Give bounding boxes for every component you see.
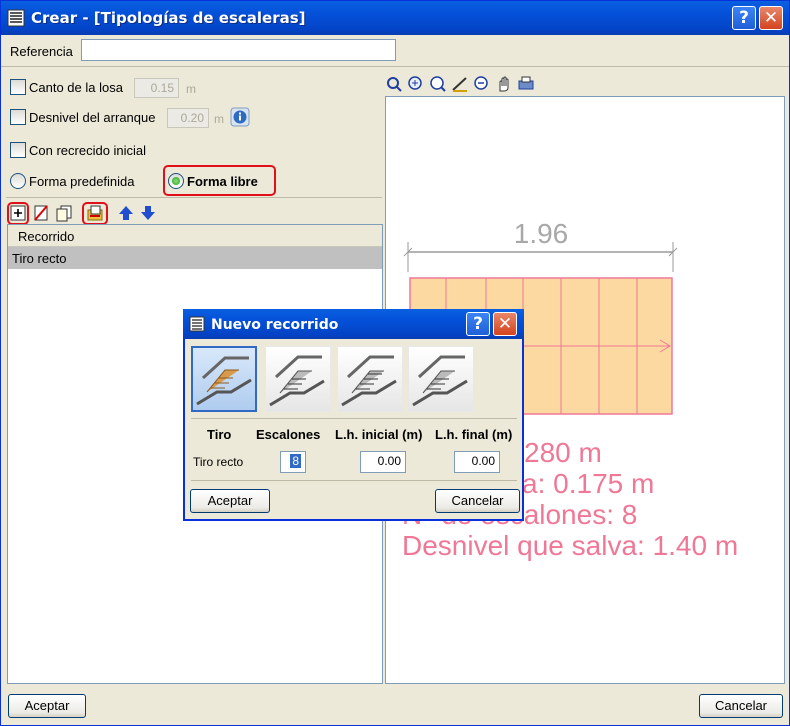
arrow-up-icon[interactable]: [117, 204, 135, 222]
three-flight-icon: [341, 355, 397, 407]
recrecido-checkbox[interactable]: [10, 142, 26, 158]
canto-input[interactable]: 0.15: [134, 78, 179, 98]
list-item[interactable]: Tiro recto: [8, 247, 382, 269]
forma-libre-radio[interactable]: [168, 173, 184, 189]
referencia-input[interactable]: [81, 39, 396, 61]
dimension-label: 1.96: [514, 218, 569, 249]
desnivel-checkbox[interactable]: [10, 109, 26, 125]
dialog-accept-button[interactable]: Aceptar: [190, 489, 270, 513]
window-title: Crear - [Tipologías de escaleras]: [31, 9, 306, 27]
stair-type-straight[interactable]: [191, 346, 257, 412]
close-button[interactable]: ✕: [759, 6, 783, 30]
desnivel-label: Desnivel del arranque: [29, 110, 156, 125]
print-icon[interactable]: [517, 75, 535, 93]
copy-icon[interactable]: [55, 204, 73, 222]
recrecido-label: Con recrecido inicial: [29, 143, 147, 158]
forma-predefinida-label: Forma predefinida: [29, 174, 135, 189]
recorrido-header[interactable]: Recorrido: [8, 225, 382, 247]
row-tiro: Tiro recto: [193, 455, 244, 469]
redraw-icon[interactable]: [385, 75, 403, 93]
canvas-text-desnivel: Desnivel que salva: 1.40 m: [402, 530, 739, 561]
forma-libre-label: Forma libre: [187, 174, 258, 189]
stairs-app-icon: [189, 316, 205, 332]
forma-predefinida-radio[interactable]: [10, 173, 26, 189]
accept-button[interactable]: Aceptar: [8, 694, 86, 718]
list-item-label: Tiro recto: [12, 251, 67, 266]
escalones-input[interactable]: 8: [280, 451, 306, 473]
import-icon[interactable]: [86, 204, 104, 222]
dialog-title: Nuevo recorrido: [211, 317, 339, 333]
cancel-button[interactable]: Cancelar: [699, 694, 783, 718]
col-header-tiro: Tiro: [207, 427, 232, 442]
referencia-label: Referencia: [10, 44, 73, 59]
arrow-down-icon[interactable]: [139, 204, 157, 222]
col-header-escalones: Escalones: [256, 427, 321, 442]
canto-unit: m: [186, 82, 196, 96]
four-flight-icon: [412, 355, 468, 407]
canto-checkbox[interactable]: [10, 79, 26, 95]
main-window: Crear - [Tipologías de escaleras] ? ✕ Re…: [0, 0, 790, 726]
dialog-separator-2: [191, 480, 517, 481]
delete-icon[interactable]: [32, 204, 50, 222]
dialog-close-button[interactable]: ✕: [493, 312, 517, 336]
col-header-lh-final: L.h. final (m): [435, 427, 513, 442]
stair-type-three-flights[interactable]: [337, 346, 403, 412]
canvas-text-huella: 280 m: [524, 437, 602, 468]
pan-hand-icon[interactable]: [495, 75, 513, 93]
dialog-separator: [191, 418, 517, 419]
zoom-icon[interactable]: [429, 75, 447, 93]
title-bar: Crear - [Tipologías de escaleras] ? ✕: [1, 1, 789, 35]
info-icon[interactable]: [230, 107, 250, 127]
view-toolbar: [385, 75, 585, 97]
zoom-window-icon[interactable]: [407, 75, 425, 93]
escalones-value: 8: [290, 454, 301, 468]
straight-flight-icon: [196, 356, 252, 406]
canto-label: Canto de la losa: [29, 80, 123, 95]
help-button[interactable]: ?: [732, 6, 756, 30]
measure-icon[interactable]: [451, 75, 469, 93]
stair-type-two-flights[interactable]: [265, 346, 331, 412]
lh-final-input[interactable]: 0.00: [454, 451, 500, 473]
add-icon[interactable]: [9, 204, 27, 222]
col-header-lh-inicial: L.h. inicial (m): [335, 427, 423, 442]
desnivel-unit: m: [214, 112, 224, 126]
lh-inicial-input[interactable]: 0.00: [360, 451, 406, 473]
recorrido-header-label: Recorrido: [18, 229, 75, 244]
dialog-title-bar: Nuevo recorrido ? ✕: [183, 309, 524, 339]
separator: [6, 197, 382, 198]
nuevo-recorrido-dialog: Nuevo recorrido ? ✕ Tiro Escalones L.h. …: [183, 309, 524, 521]
stairs-app-icon: [7, 9, 25, 27]
stair-type-four-flights[interactable]: [408, 346, 474, 412]
dialog-help-button[interactable]: ?: [466, 312, 490, 336]
zoom-out-icon[interactable]: [473, 75, 491, 93]
dialog-cancel-button[interactable]: Cancelar: [435, 489, 520, 513]
desnivel-input[interactable]: 0.20: [167, 108, 209, 128]
two-flight-icon: [269, 355, 325, 407]
